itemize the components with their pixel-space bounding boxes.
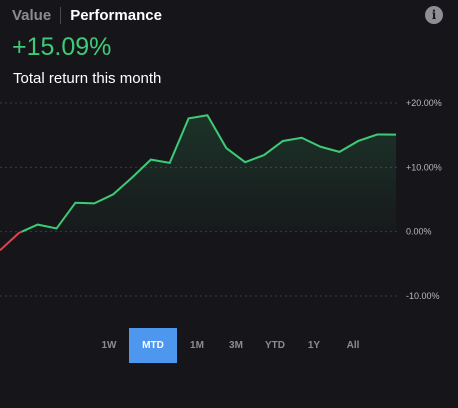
return-label: Total return this month bbox=[13, 70, 162, 87]
range-btn-ytd[interactable]: YTD bbox=[256, 328, 294, 363]
tab-divider bbox=[60, 7, 62, 24]
tab-performance[interactable]: Performance bbox=[70, 7, 162, 24]
y-tick-label: +20.00% bbox=[406, 98, 442, 108]
range-btn-1w[interactable]: 1W bbox=[90, 328, 128, 363]
range-btn-1m[interactable]: 1M bbox=[178, 328, 216, 363]
tab-value[interactable]: Value bbox=[12, 7, 51, 24]
chart-area-fill bbox=[21, 115, 397, 232]
chart-line-negative bbox=[0, 230, 23, 252]
range-btn-1y[interactable]: 1Y bbox=[295, 328, 333, 363]
y-tick-label: -10.00% bbox=[406, 291, 440, 301]
y-tick-label: +10.00% bbox=[406, 162, 442, 172]
range-selector: 1W MTD 1M 3M YTD 1Y All bbox=[90, 328, 373, 363]
info-icon[interactable]: i bbox=[425, 6, 443, 24]
return-value: +15.09% bbox=[12, 33, 112, 61]
range-btn-all[interactable]: All bbox=[334, 328, 372, 363]
y-tick-label: 0.00% bbox=[406, 227, 432, 237]
range-btn-mtd[interactable]: MTD bbox=[129, 328, 177, 363]
performance-chart: +20.00% +10.00% 0.00% -10.00% bbox=[0, 98, 442, 301]
range-btn-3m[interactable]: 3M bbox=[217, 328, 255, 363]
header-tabs: Value Performance bbox=[12, 7, 162, 24]
